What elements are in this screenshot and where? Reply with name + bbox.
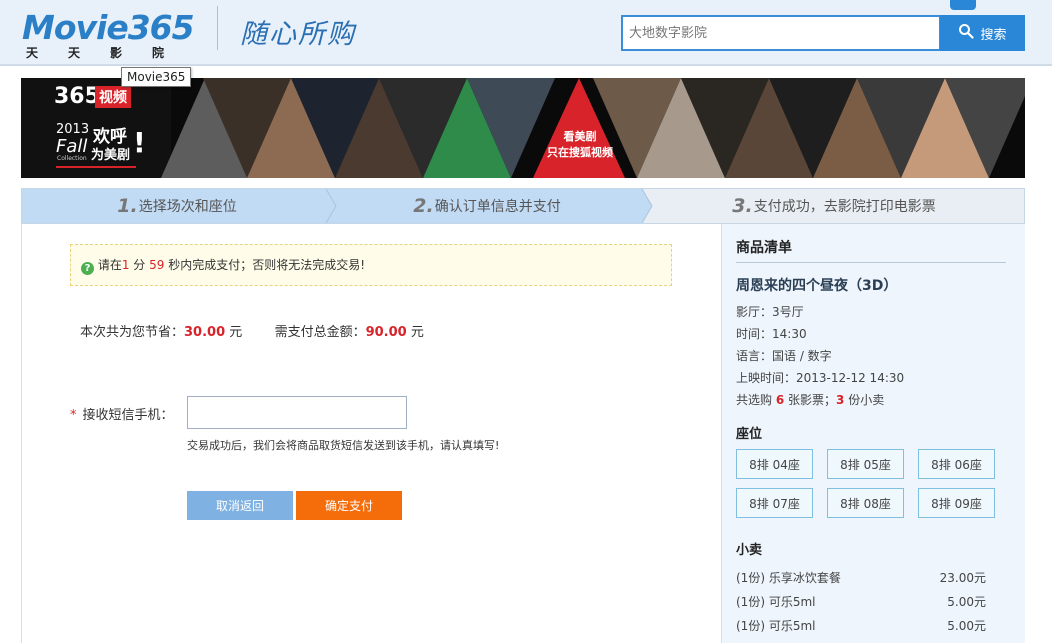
snack-item-price: 5.00元 xyxy=(947,619,986,633)
phone-hint: 交易成功后，我们会将商品取货短信发送到该手机，请认真填写! xyxy=(187,439,500,452)
banner-collection: Collection xyxy=(57,155,87,162)
step-3-label: 支付成功，去影院打印电影票 xyxy=(753,199,936,215)
banner-exclaim: ! xyxy=(133,126,146,159)
search-button-label: 搜索 xyxy=(980,27,1007,43)
step-arrow-icon xyxy=(634,189,654,223)
snack-item-price: 23.00元 xyxy=(939,571,986,585)
step-2-number: 2. xyxy=(413,195,434,217)
seat-chip[interactable]: 8排 05座 xyxy=(827,449,904,479)
main-panel: ? 请在1 分 59 秒内完成支付；否则将无法完成交易! 本次共为您节省：30.… xyxy=(21,224,1025,643)
snack-item-name: (1份) 可乐5ml xyxy=(736,595,816,609)
phone-field-label: * 接收短信手机： xyxy=(70,404,174,423)
phone-input[interactable] xyxy=(187,396,407,429)
phone-label-text: 接收短信手机： xyxy=(82,408,174,423)
count-text-1: 共选购 xyxy=(736,393,776,407)
logo-tooltip: Movie365 xyxy=(121,67,192,87)
header-divider xyxy=(217,6,218,50)
count-text-2: 张影票； xyxy=(784,393,837,407)
step-1-number: 1. xyxy=(117,195,138,217)
banner-year: 2013 xyxy=(56,122,90,137)
banner-brand-number: 365 xyxy=(54,84,100,109)
payment-timer-notice: ? 请在1 分 59 秒内完成支付；否则将无法完成交易! xyxy=(70,244,672,286)
notice-text-part1: 请在 xyxy=(97,258,122,272)
required-star: * xyxy=(70,408,77,423)
snack-item-name: (1份) 乐享冰饮套餐 xyxy=(736,571,841,585)
payment-summary: 本次共为您节省：30.00 元 需支付总金额：90.00 元 xyxy=(80,321,424,340)
step-arrow-icon xyxy=(324,189,342,223)
question-icon: ? xyxy=(81,262,94,275)
site-header: Movie365 天天影院 随心所购 搜索 xyxy=(0,0,1052,66)
banner-brand-tag: 视频 xyxy=(95,86,131,108)
slogan: 随心所购 xyxy=(240,19,356,50)
promo-banner[interactable]: 365 视频 2013 Fall Collection 欢呼 为美剧 ! 看美剧… xyxy=(21,78,1025,178)
hall-info: 影厅：3号厅 xyxy=(736,305,804,319)
seat-section-title: 座位 xyxy=(736,427,763,442)
seat-chip[interactable]: 8排 04座 xyxy=(736,449,813,479)
count-text-3: 份小卖 xyxy=(844,393,885,407)
notice-text-part2: 分 xyxy=(129,258,150,272)
order-sidebar: 商品清单 周恩来的四个昼夜（3D） 影厅：3号厅 时间：14:30 语言：国语 … xyxy=(721,224,1025,643)
notice-text-part3: 秒内完成支付；否则将无法完成交易! xyxy=(164,258,366,272)
timer-seconds: 59 xyxy=(149,258,165,272)
step-3: 3. 支付成功，去影院打印电影票 xyxy=(642,189,1024,223)
banner-weimeiju: 为美剧 xyxy=(91,148,131,163)
search-tab-indicator xyxy=(950,0,976,10)
banner-red-line xyxy=(56,166,136,168)
logo-text: Movie365 xyxy=(22,8,195,47)
step-2: 2. 确认订单信息并支付 xyxy=(332,189,642,223)
seat-chip[interactable]: 8排 09座 xyxy=(918,488,995,518)
checkout-steps: 1. 选择场次和座位 2. 确认订单信息并支付 3. 支付成功，去影院打印电影票 xyxy=(21,188,1025,224)
showtime-info: 上映时间：2013-12-12 14:30 xyxy=(736,371,905,385)
banner-brand-area: 365 视频 2013 Fall Collection 欢呼 为美剧 ! xyxy=(21,78,171,178)
step-1: 1. 选择场次和座位 xyxy=(22,189,332,223)
confirm-pay-button[interactable]: 确定支付 xyxy=(296,491,402,520)
savings-amount: 30.00 xyxy=(184,325,226,340)
savings-label: 本次共为您节省： xyxy=(80,325,185,340)
step-1-label: 选择场次和座位 xyxy=(138,199,237,215)
search-box xyxy=(621,15,941,51)
sidebar-title: 商品清单 xyxy=(736,240,792,256)
snack-section-title: 小卖 xyxy=(736,543,763,558)
site-logo[interactable]: Movie365 天天影院 xyxy=(22,8,202,60)
seat-chip[interactable]: 8排 06座 xyxy=(918,449,995,479)
snack-item-name: (1份) 可乐5ml xyxy=(736,619,816,633)
banner-fall: Fall xyxy=(56,136,88,157)
step-2-label: 确认订单信息并支付 xyxy=(434,199,561,215)
ticket-count: 6 xyxy=(775,393,785,407)
search-button[interactable]: 搜索 xyxy=(940,15,1025,51)
snack-item-price: 5.00元 xyxy=(947,595,986,609)
total-amount: 90.00 xyxy=(365,325,407,340)
step-3-number: 3. xyxy=(732,195,753,217)
purchase-count: 共选购 6 张影票；3 份小卖 xyxy=(736,391,884,408)
seat-chip[interactable]: 8排 08座 xyxy=(827,488,904,518)
search-icon xyxy=(958,23,975,43)
logo-subtitle: 天天影院 xyxy=(26,46,195,60)
search-input[interactable] xyxy=(623,17,939,49)
language-info: 语言：国语 / 数字 xyxy=(736,349,832,363)
total-label: 需支付总金额： xyxy=(274,325,366,340)
sidebar-divider xyxy=(736,262,1006,263)
seat-chip[interactable]: 8排 07座 xyxy=(736,488,813,518)
time-info: 时间：14:30 xyxy=(736,327,807,341)
cancel-button[interactable]: 取消返回 xyxy=(187,491,293,520)
total-unit: 元 xyxy=(406,325,424,340)
savings-unit: 元 xyxy=(225,325,243,340)
movie-title: 周恩来的四个昼夜（3D） xyxy=(736,278,898,294)
banner-tile xyxy=(945,78,1025,178)
